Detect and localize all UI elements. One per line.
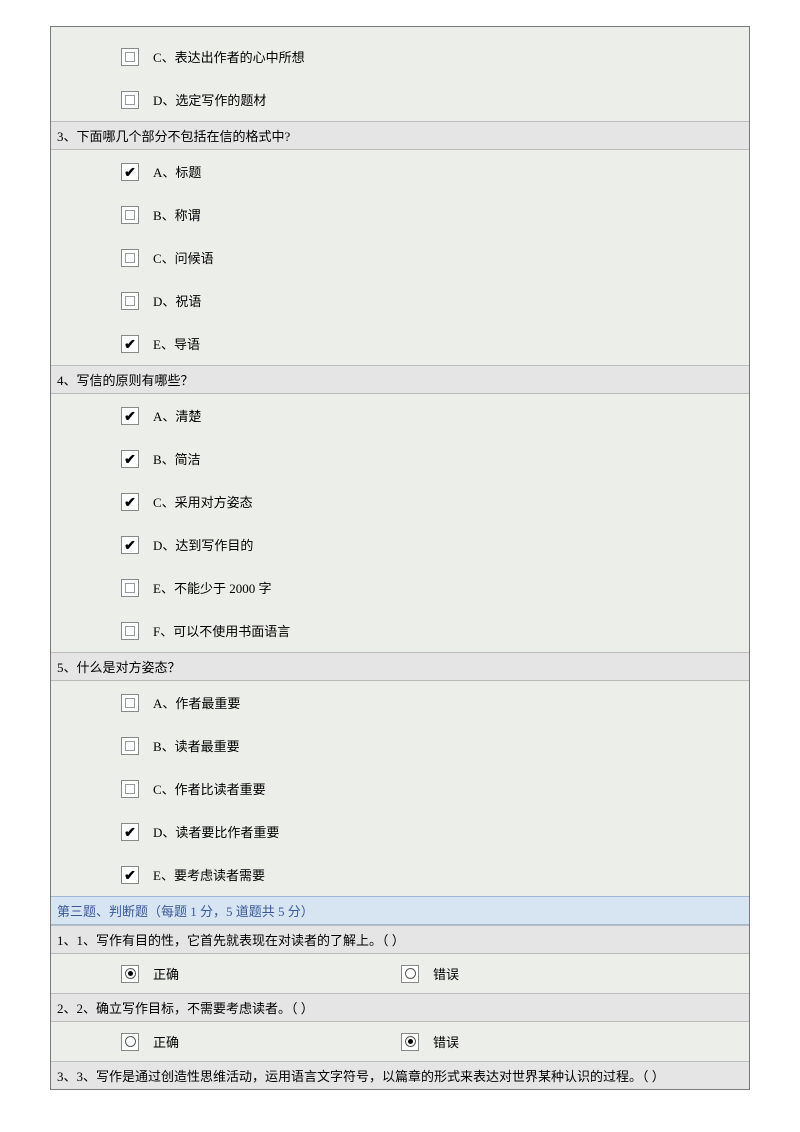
option-label: A、清楚 [153,406,201,425]
checkbox-icon: ✔ [121,335,139,353]
option-label: C、问候语 [153,248,214,267]
q3-option-e[interactable]: ✔ E、导语 [51,322,749,365]
q4-option-e[interactable]: E、不能少于 2000 字 [51,566,749,609]
checkbox-icon [121,737,139,755]
option-label: A、标题 [153,162,201,181]
q4-option-b[interactable]: ✔ B、简洁 [51,437,749,480]
checkbox-icon [121,579,139,597]
question-2-partial: C、表达出作者的心中所想 D、选定写作的题材 [51,27,749,121]
option-label: B、读者最重要 [153,736,240,755]
checkbox-icon: ✔ [121,866,139,884]
checkbox-icon: ✔ [121,823,139,841]
option-label: C、作者比读者重要 [153,779,266,798]
option-label: E、要考虑读者需要 [153,865,265,884]
tf-q1-correct[interactable]: 正确 [121,964,401,983]
question-5-title: 5、什么是对方姿态？ [51,652,749,681]
q4-option-f[interactable]: F、可以不使用书面语言 [51,609,749,652]
q4-option-c[interactable]: ✔ C、采用对方姿态 [51,480,749,523]
option-label: D、达到写作目的 [153,535,253,554]
checkbox-icon [121,622,139,640]
q5-option-b[interactable]: B、读者最重要 [51,724,749,767]
checkbox-icon: ✔ [121,536,139,554]
q4-option-a[interactable]: ✔ A、清楚 [51,394,749,437]
option-label: D、选定写作的题材 [153,90,266,109]
option-label: D、读者要比作者重要 [153,822,279,841]
q3-option-c[interactable]: C、问候语 [51,236,749,279]
q4-option-d[interactable]: ✔ D、达到写作目的 [51,523,749,566]
tf-q3-title: 3、3、写作是通过创造性思维活动，运用语言文字符号，以篇章的形式来表达对世界某种… [51,1061,749,1089]
option-label: B、称谓 [153,205,201,224]
q2-option-d[interactable]: D、选定写作的题材 [51,78,749,121]
option-label: E、导语 [153,334,200,353]
q5-option-e[interactable]: ✔ E、要考虑读者需要 [51,853,749,896]
question-3-title: 3、下面哪几个部分不包括在信的格式中? [51,121,749,150]
checkbox-icon [121,694,139,712]
radio-icon [401,965,419,983]
option-label: C、表达出作者的心中所想 [153,47,305,66]
checkbox-icon [121,91,139,109]
checkbox-icon [121,206,139,224]
exam-container: C、表达出作者的心中所想 D、选定写作的题材 3、下面哪几个部分不包括在信的格式… [50,26,750,1090]
radio-icon [121,1033,139,1051]
option-label: 正确 [153,1032,179,1051]
q5-option-c[interactable]: C、作者比读者重要 [51,767,749,810]
question-4-title: 4、写信的原则有哪些？ [51,365,749,394]
checkbox-icon: ✔ [121,450,139,468]
checkbox-icon [121,249,139,267]
tf-q1-title: 1、1、写作有目的性，它首先就表现在对读者的了解上。（ ） [51,925,749,954]
q3-option-a[interactable]: ✔ A、标题 [51,150,749,193]
checkbox-icon [121,48,139,66]
option-label: 正确 [153,964,179,983]
option-label: D、祝语 [153,291,201,310]
option-label: F、可以不使用书面语言 [153,621,290,640]
question-3-options: ✔ A、标题 B、称谓 C、问候语 D、祝语 ✔ E、导语 [51,150,749,365]
option-label: B、简洁 [153,449,201,468]
radio-icon [401,1033,419,1051]
tf-q1-wrong[interactable]: 错误 [401,964,681,983]
tf-q2-wrong[interactable]: 错误 [401,1032,681,1051]
checkbox-icon: ✔ [121,163,139,181]
tf-q2-correct[interactable]: 正确 [121,1032,401,1051]
tf-q2-title: 2、2、确立写作目标，不需要考虑读者。（ ） [51,993,749,1022]
question-4-options: ✔ A、清楚 ✔ B、简洁 ✔ C、采用对方姿态 ✔ D、达到写作目的 E、不能… [51,394,749,652]
checkbox-icon [121,780,139,798]
q2-option-c[interactable]: C、表达出作者的心中所想 [51,27,749,78]
section-3-header: 第三题、判断题（每题 1 分，5 道题共 5 分） [51,896,749,925]
tf-q1-options: 正确 错误 [51,954,749,993]
option-label: C、采用对方姿态 [153,492,253,511]
q5-option-a[interactable]: A、作者最重要 [51,681,749,724]
checkbox-icon [121,292,139,310]
question-5-options: A、作者最重要 B、读者最重要 C、作者比读者重要 ✔ D、读者要比作者重要 ✔… [51,681,749,896]
option-label: A、作者最重要 [153,693,240,712]
tf-q2-options: 正确 错误 [51,1022,749,1061]
option-label: 错误 [433,964,459,983]
q5-option-d[interactable]: ✔ D、读者要比作者重要 [51,810,749,853]
option-label: E、不能少于 2000 字 [153,578,271,597]
option-label: 错误 [433,1032,459,1051]
q3-option-d[interactable]: D、祝语 [51,279,749,322]
checkbox-icon: ✔ [121,407,139,425]
q3-option-b[interactable]: B、称谓 [51,193,749,236]
checkbox-icon: ✔ [121,493,139,511]
radio-icon [121,965,139,983]
